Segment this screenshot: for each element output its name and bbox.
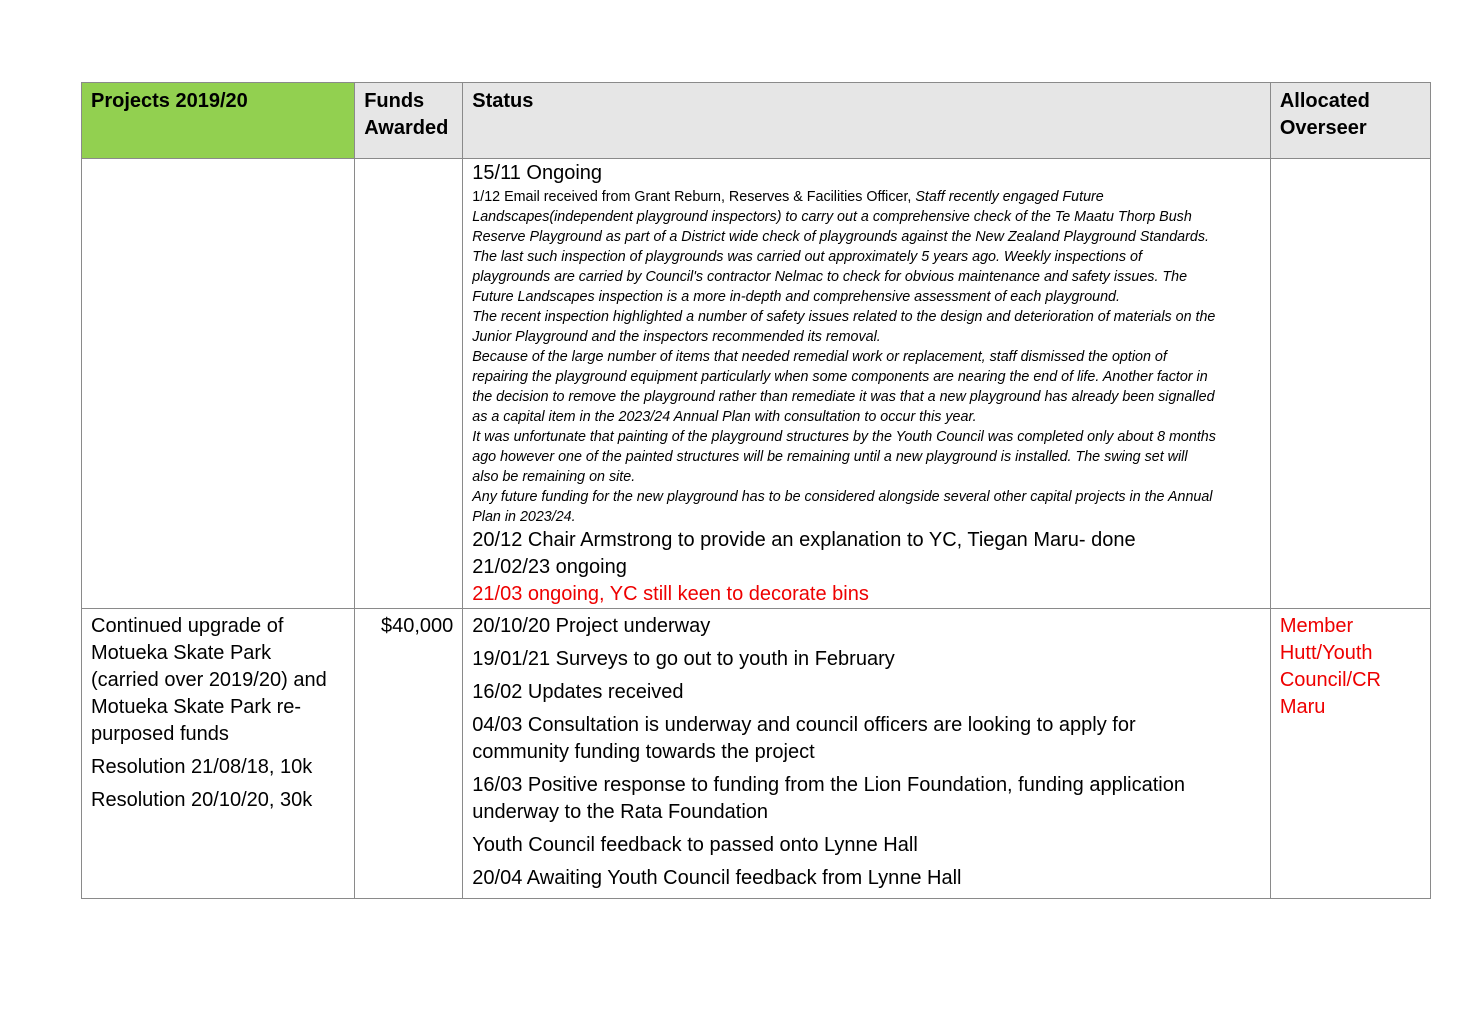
- email-line: It was unfortunate that painting of the …: [472, 429, 1216, 445]
- header-funds: Funds Awarded: [354, 82, 464, 159]
- funds-amount: $40,000: [380, 615, 454, 637]
- header-status: Status: [462, 82, 1271, 159]
- email-line: Future Landscapes inspection is a more i…: [472, 289, 1120, 305]
- email-line: the decision to remove the playground ra…: [472, 389, 1215, 405]
- header-projects: Projects 2019/20: [80, 82, 356, 159]
- email-line: Reserve Playground as part of a District…: [472, 229, 1209, 245]
- status-entry: 16/03 Positive response to funding from …: [472, 774, 1185, 823]
- email-line: Because of the large number of items tha…: [472, 349, 1167, 365]
- table-row: Continued upgrade of Motueka Skate Park …: [80, 608, 1432, 899]
- email-intro: 1/12 Email received from Grant Reburn, R…: [472, 189, 916, 205]
- project-description: Continued upgrade of Motueka Skate Park …: [91, 615, 327, 745]
- email-line: Plan in 2023/24.: [472, 509, 576, 525]
- status-entry: 21/02/23 ongoing: [472, 556, 627, 578]
- status-entry: 16/02 Updates received: [472, 681, 684, 703]
- status-cell: 20/10/20 Project underway 19/01/21 Surve…: [462, 608, 1271, 899]
- email-excerpt: 1/12 Email received from Grant Reburn, R…: [472, 187, 1261, 527]
- email-line: playgrounds are carried by Council's con…: [472, 269, 1188, 285]
- email-line: as a capital item in the 2023/24 Annual …: [472, 409, 977, 425]
- project-cell: [80, 158, 356, 609]
- header-row: Projects 2019/20 Funds Awarded Status Al…: [80, 82, 1432, 159]
- resolution: Resolution 20/10/20, 30k: [91, 789, 313, 811]
- projects-table: Projects 2019/20 Funds Awarded Status Al…: [80, 82, 1432, 899]
- email-line: ago however one of the painted structure…: [472, 449, 1188, 465]
- overseer-cell: [1269, 158, 1432, 609]
- resolution: Resolution 21/08/18, 10k: [91, 756, 313, 778]
- status-entry: Youth Council feedback to passed onto Ly…: [472, 834, 918, 856]
- email-line: also be remaining on site.: [472, 469, 636, 485]
- email-line: Landscapes(independent playground inspec…: [472, 209, 1192, 225]
- email-line: Staff recently engaged Future: [915, 189, 1104, 205]
- status-cell: 15/11 Ongoing 1/12 Email received from G…: [462, 158, 1271, 609]
- status-entry: 04/03 Consultation is underway and counc…: [472, 714, 1136, 763]
- overseer-cell: Member Hutt/Youth Council/CR Maru: [1269, 608, 1432, 899]
- email-line: repairing the playground equipment parti…: [472, 369, 1208, 385]
- funds-cell: [354, 158, 464, 609]
- email-line: Any future funding for the new playgroun…: [472, 489, 1213, 505]
- overseer-name: Member Hutt/Youth Council/CR Maru: [1279, 615, 1382, 718]
- header-overseer: Allocated Overseer: [1269, 82, 1432, 159]
- status-entry-highlight: 21/03 ongoing, YC still keen to decorate…: [472, 583, 869, 605]
- email-line: The last such inspection of playgrounds …: [472, 249, 1142, 265]
- status-entry: 20/12 Chair Armstrong to provide an expl…: [472, 529, 1136, 551]
- status-entry: 20/04 Awaiting Youth Council feedback fr…: [472, 867, 962, 889]
- status-entry: 15/11 Ongoing: [472, 162, 603, 184]
- status-entry: 20/10/20 Project underway: [472, 615, 711, 637]
- project-cell: Continued upgrade of Motueka Skate Park …: [80, 608, 356, 899]
- table-row: 15/11 Ongoing 1/12 Email received from G…: [80, 158, 1432, 609]
- funds-cell: $40,000: [354, 608, 464, 899]
- status-entry: 19/01/21 Surveys to go out to youth in F…: [472, 648, 895, 670]
- email-line: Junior Playground and the inspectors rec…: [472, 329, 881, 345]
- email-line: The recent inspection highlighted a numb…: [472, 309, 1216, 325]
